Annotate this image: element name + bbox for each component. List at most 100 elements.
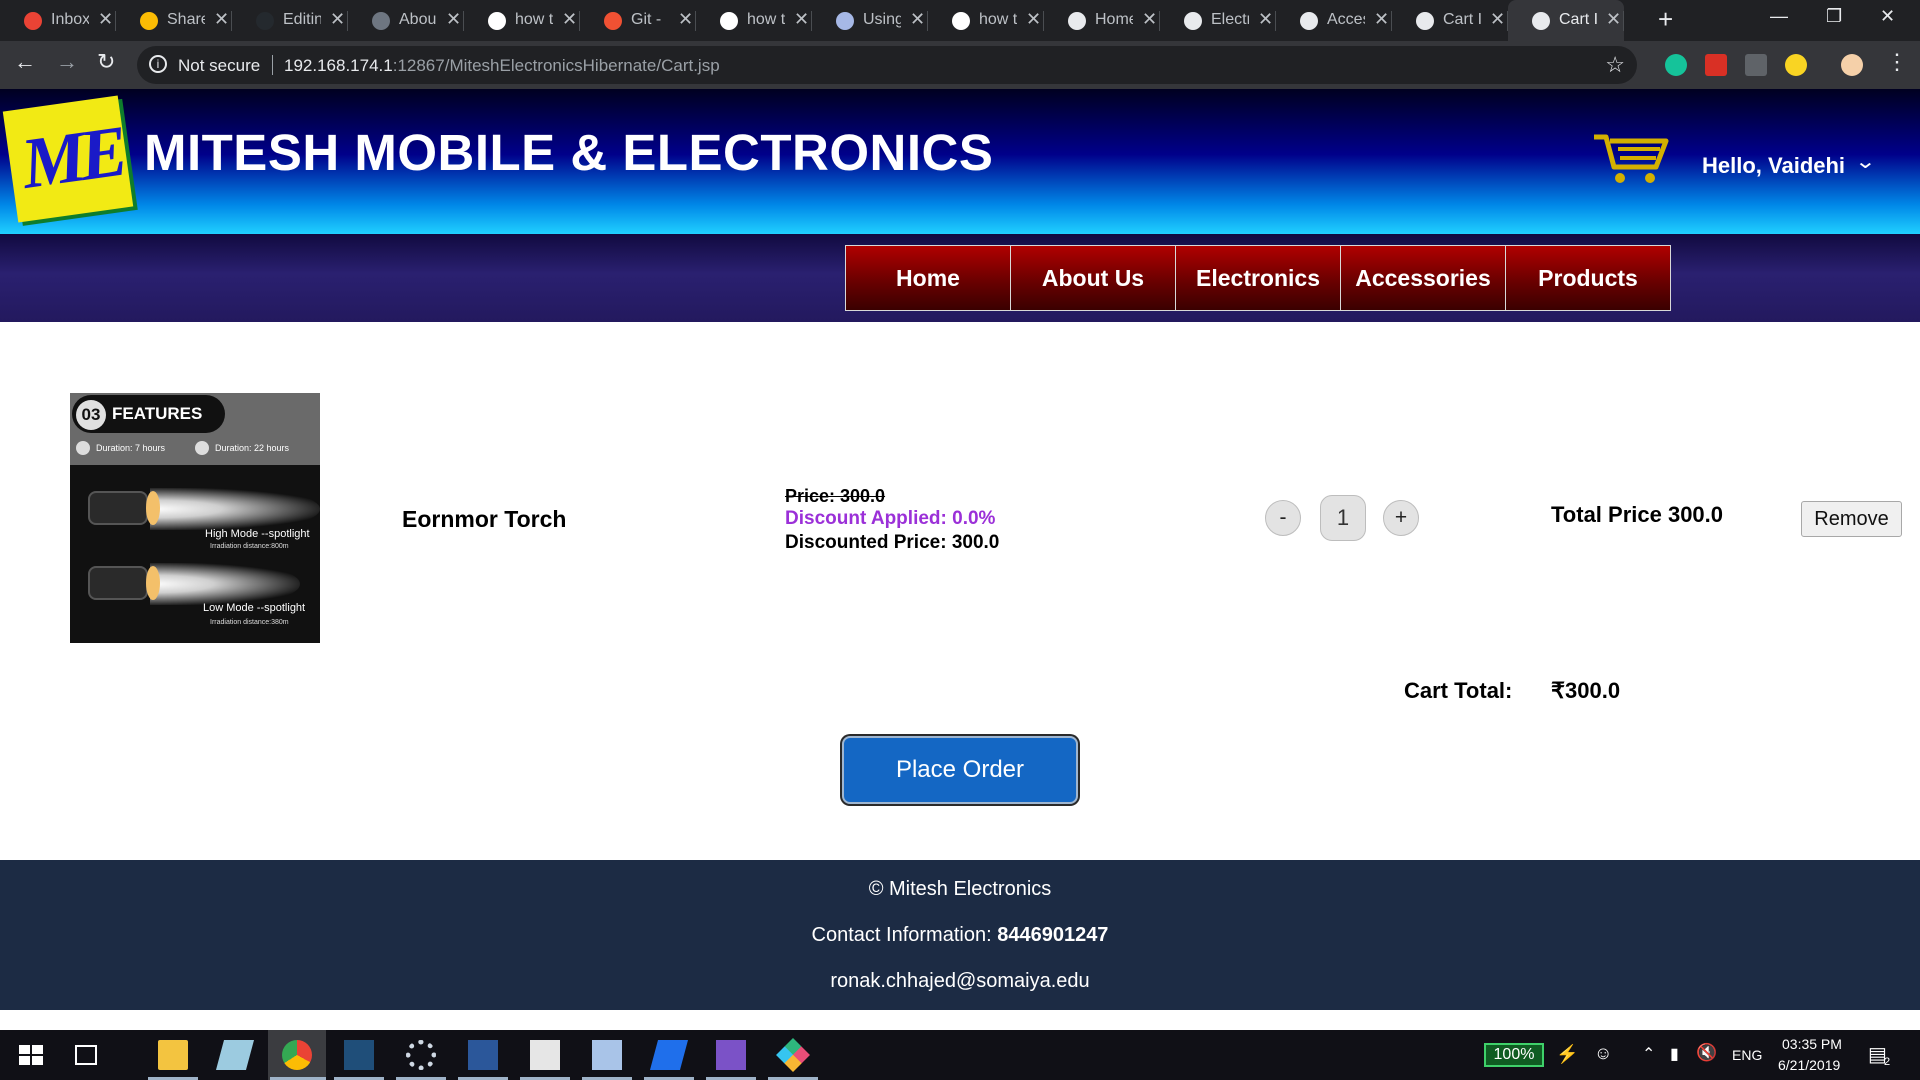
tab-title: Share: [167, 11, 205, 28]
tab-close-icon[interactable]: ✕: [98, 9, 113, 30]
info-icon[interactable]: i: [149, 55, 167, 73]
browser-tab[interactable]: how t ✕: [696, 0, 812, 41]
grammarly-icon[interactable]: [1665, 54, 1687, 76]
tab-close-icon[interactable]: ✕: [1142, 9, 1157, 30]
mysql-workbench-icon[interactable]: [344, 1040, 374, 1070]
notification-count: 2: [1884, 1056, 1891, 1068]
power-plug-icon[interactable]: ⚡: [1556, 1044, 1578, 1065]
url-text[interactable]: 192.168.174.1:12867/MiteshElectronicsHib…: [284, 56, 720, 76]
minimize-icon[interactable]: —: [1770, 6, 1788, 27]
chevron-up-icon[interactable]: ⌃: [1642, 1044, 1655, 1064]
security-label[interactable]: Not secure: [178, 56, 260, 76]
browser-tab[interactable]: Share ✕: [116, 0, 232, 41]
tab-title: Cart I: [1443, 11, 1481, 28]
tab-close-icon[interactable]: ✕: [330, 9, 345, 30]
browser-tab[interactable]: how t ✕: [928, 0, 1044, 41]
settings-gear-icon[interactable]: [406, 1040, 436, 1070]
brand-title: MITESH MOBILE & ELECTRONICS: [144, 124, 994, 181]
git-gui-icon[interactable]: [776, 1038, 810, 1072]
language-indicator[interactable]: ENG: [1732, 1047, 1762, 1063]
restore-icon[interactable]: ❐: [1826, 6, 1842, 27]
windows-start-icon[interactable]: [16, 1040, 46, 1070]
file-explorer-icon[interactable]: [158, 1040, 188, 1070]
browser-tab[interactable]: Electr ✕: [1160, 0, 1276, 41]
browser-tab[interactable]: Abou ✕: [348, 0, 464, 41]
user-greeting[interactable]: Hello, Vaidehi: [1702, 153, 1845, 179]
browser-menu-icon[interactable]: ⋮: [1886, 49, 1908, 75]
profile-avatar[interactable]: [1841, 54, 1863, 76]
word-icon[interactable]: [468, 1040, 498, 1070]
new-tab-button[interactable]: +: [1658, 4, 1673, 35]
cart-icon[interactable]: [1592, 131, 1670, 187]
place-order-button[interactable]: Place Order: [842, 736, 1078, 804]
nav-accessories[interactable]: Accessories: [1340, 245, 1506, 311]
browser-tab[interactable]: Inbox ✕: [0, 0, 116, 41]
site-logo[interactable]: ME: [2, 95, 134, 223]
tab-close-icon[interactable]: ✕: [1374, 9, 1389, 30]
people-icon[interactable]: ☺: [1594, 1043, 1612, 1064]
torch-lens: [146, 566, 160, 600]
google-icon: [488, 12, 506, 30]
nav-electronics[interactable]: Electronics: [1175, 245, 1341, 311]
globe-icon: [1416, 12, 1434, 30]
browser-tab[interactable]: Acces ✕: [1276, 0, 1392, 41]
nav-home[interactable]: Home: [845, 245, 1011, 311]
clock-time[interactable]: 03:35 PM: [1782, 1036, 1842, 1052]
chrome-icon[interactable]: [282, 1040, 312, 1070]
tab-title: Editin: [283, 11, 321, 28]
extension-pen-icon[interactable]: [1745, 54, 1767, 76]
nav-about-us[interactable]: About Us: [1010, 245, 1176, 311]
address-bar[interactable]: i Not secure 192.168.174.1:12867/MiteshE…: [137, 46, 1637, 84]
volume-muted-icon[interactable]: 🔇: [1696, 1043, 1717, 1063]
original-price: Price: 300.0: [785, 486, 886, 506]
notes-app-icon[interactable]: [215, 1040, 255, 1070]
back-arrow-icon[interactable]: ←: [14, 49, 36, 75]
extension-color-icon[interactable]: [1785, 54, 1807, 76]
decrease-quantity-button[interactable]: -: [1265, 500, 1301, 536]
tab-close-icon[interactable]: ✕: [794, 9, 809, 30]
tab-close-icon[interactable]: ✕: [562, 9, 577, 30]
browser-tab[interactable]: Cart I ✕: [1508, 0, 1624, 41]
close-window-icon[interactable]: ✕: [1880, 6, 1895, 27]
chevron-down-icon[interactable]: ⌄: [1854, 149, 1876, 174]
increase-quantity-button[interactable]: +: [1383, 500, 1419, 536]
virtualbox-icon[interactable]: [592, 1040, 622, 1070]
browser-tab[interactable]: Home ✕: [1044, 0, 1160, 41]
battery-icon[interactable]: ▮: [1670, 1044, 1679, 1064]
extension-red-icon[interactable]: [1705, 54, 1727, 76]
reload-icon[interactable]: ↻: [97, 49, 115, 75]
url-host: 192.168.174.1: [284, 56, 393, 75]
tab-close-icon[interactable]: ✕: [214, 9, 229, 30]
browser-tab[interactable]: Using ✕: [812, 0, 928, 41]
tab-close-icon[interactable]: ✕: [910, 9, 925, 30]
calculator-icon[interactable]: [530, 1040, 560, 1070]
globe-icon: [1068, 12, 1086, 30]
features-banner: 03 FEATURES Duration: 7 hours Duration: …: [70, 393, 320, 465]
clock-date[interactable]: 6/21/2019: [1778, 1057, 1840, 1073]
tab-close-icon[interactable]: ✕: [1258, 9, 1273, 30]
browser-tab[interactable]: how t ✕: [464, 0, 580, 41]
quantity-field[interactable]: 1: [1320, 495, 1366, 541]
footer-email[interactable]: ronak.chhajed@somaiya.edu: [0, 970, 1920, 993]
tab-close-icon[interactable]: ✕: [1606, 9, 1621, 30]
tab-close-icon[interactable]: ✕: [1490, 9, 1505, 30]
nav-products[interactable]: Products: [1505, 245, 1671, 311]
globe-icon: [1532, 12, 1550, 30]
footer-contact: Contact Information: 8446901247: [0, 924, 1920, 947]
browser-tab[interactable]: Cart I ✕: [1392, 0, 1508, 41]
tab-close-icon[interactable]: ✕: [1026, 9, 1041, 30]
forward-arrow-icon[interactable]: →: [56, 49, 78, 75]
browser-tab[interactable]: Editin ✕: [232, 0, 348, 41]
remove-button[interactable]: Remove: [1801, 501, 1902, 537]
browser-tab[interactable]: Git - ✕: [580, 0, 696, 41]
powershell-icon[interactable]: [649, 1040, 689, 1070]
tab-title: Using: [863, 11, 901, 28]
task-view-icon[interactable]: [75, 1045, 97, 1065]
visual-studio-icon[interactable]: [716, 1040, 746, 1070]
tab-close-icon[interactable]: ✕: [678, 9, 693, 30]
bookmark-star-icon[interactable]: ☆: [1605, 52, 1625, 78]
logo-text: ME: [16, 110, 127, 205]
tab-close-icon[interactable]: ✕: [446, 9, 461, 30]
cart-total-label: Cart Total:: [1404, 678, 1513, 703]
battery-percentage[interactable]: 100%: [1484, 1043, 1544, 1067]
